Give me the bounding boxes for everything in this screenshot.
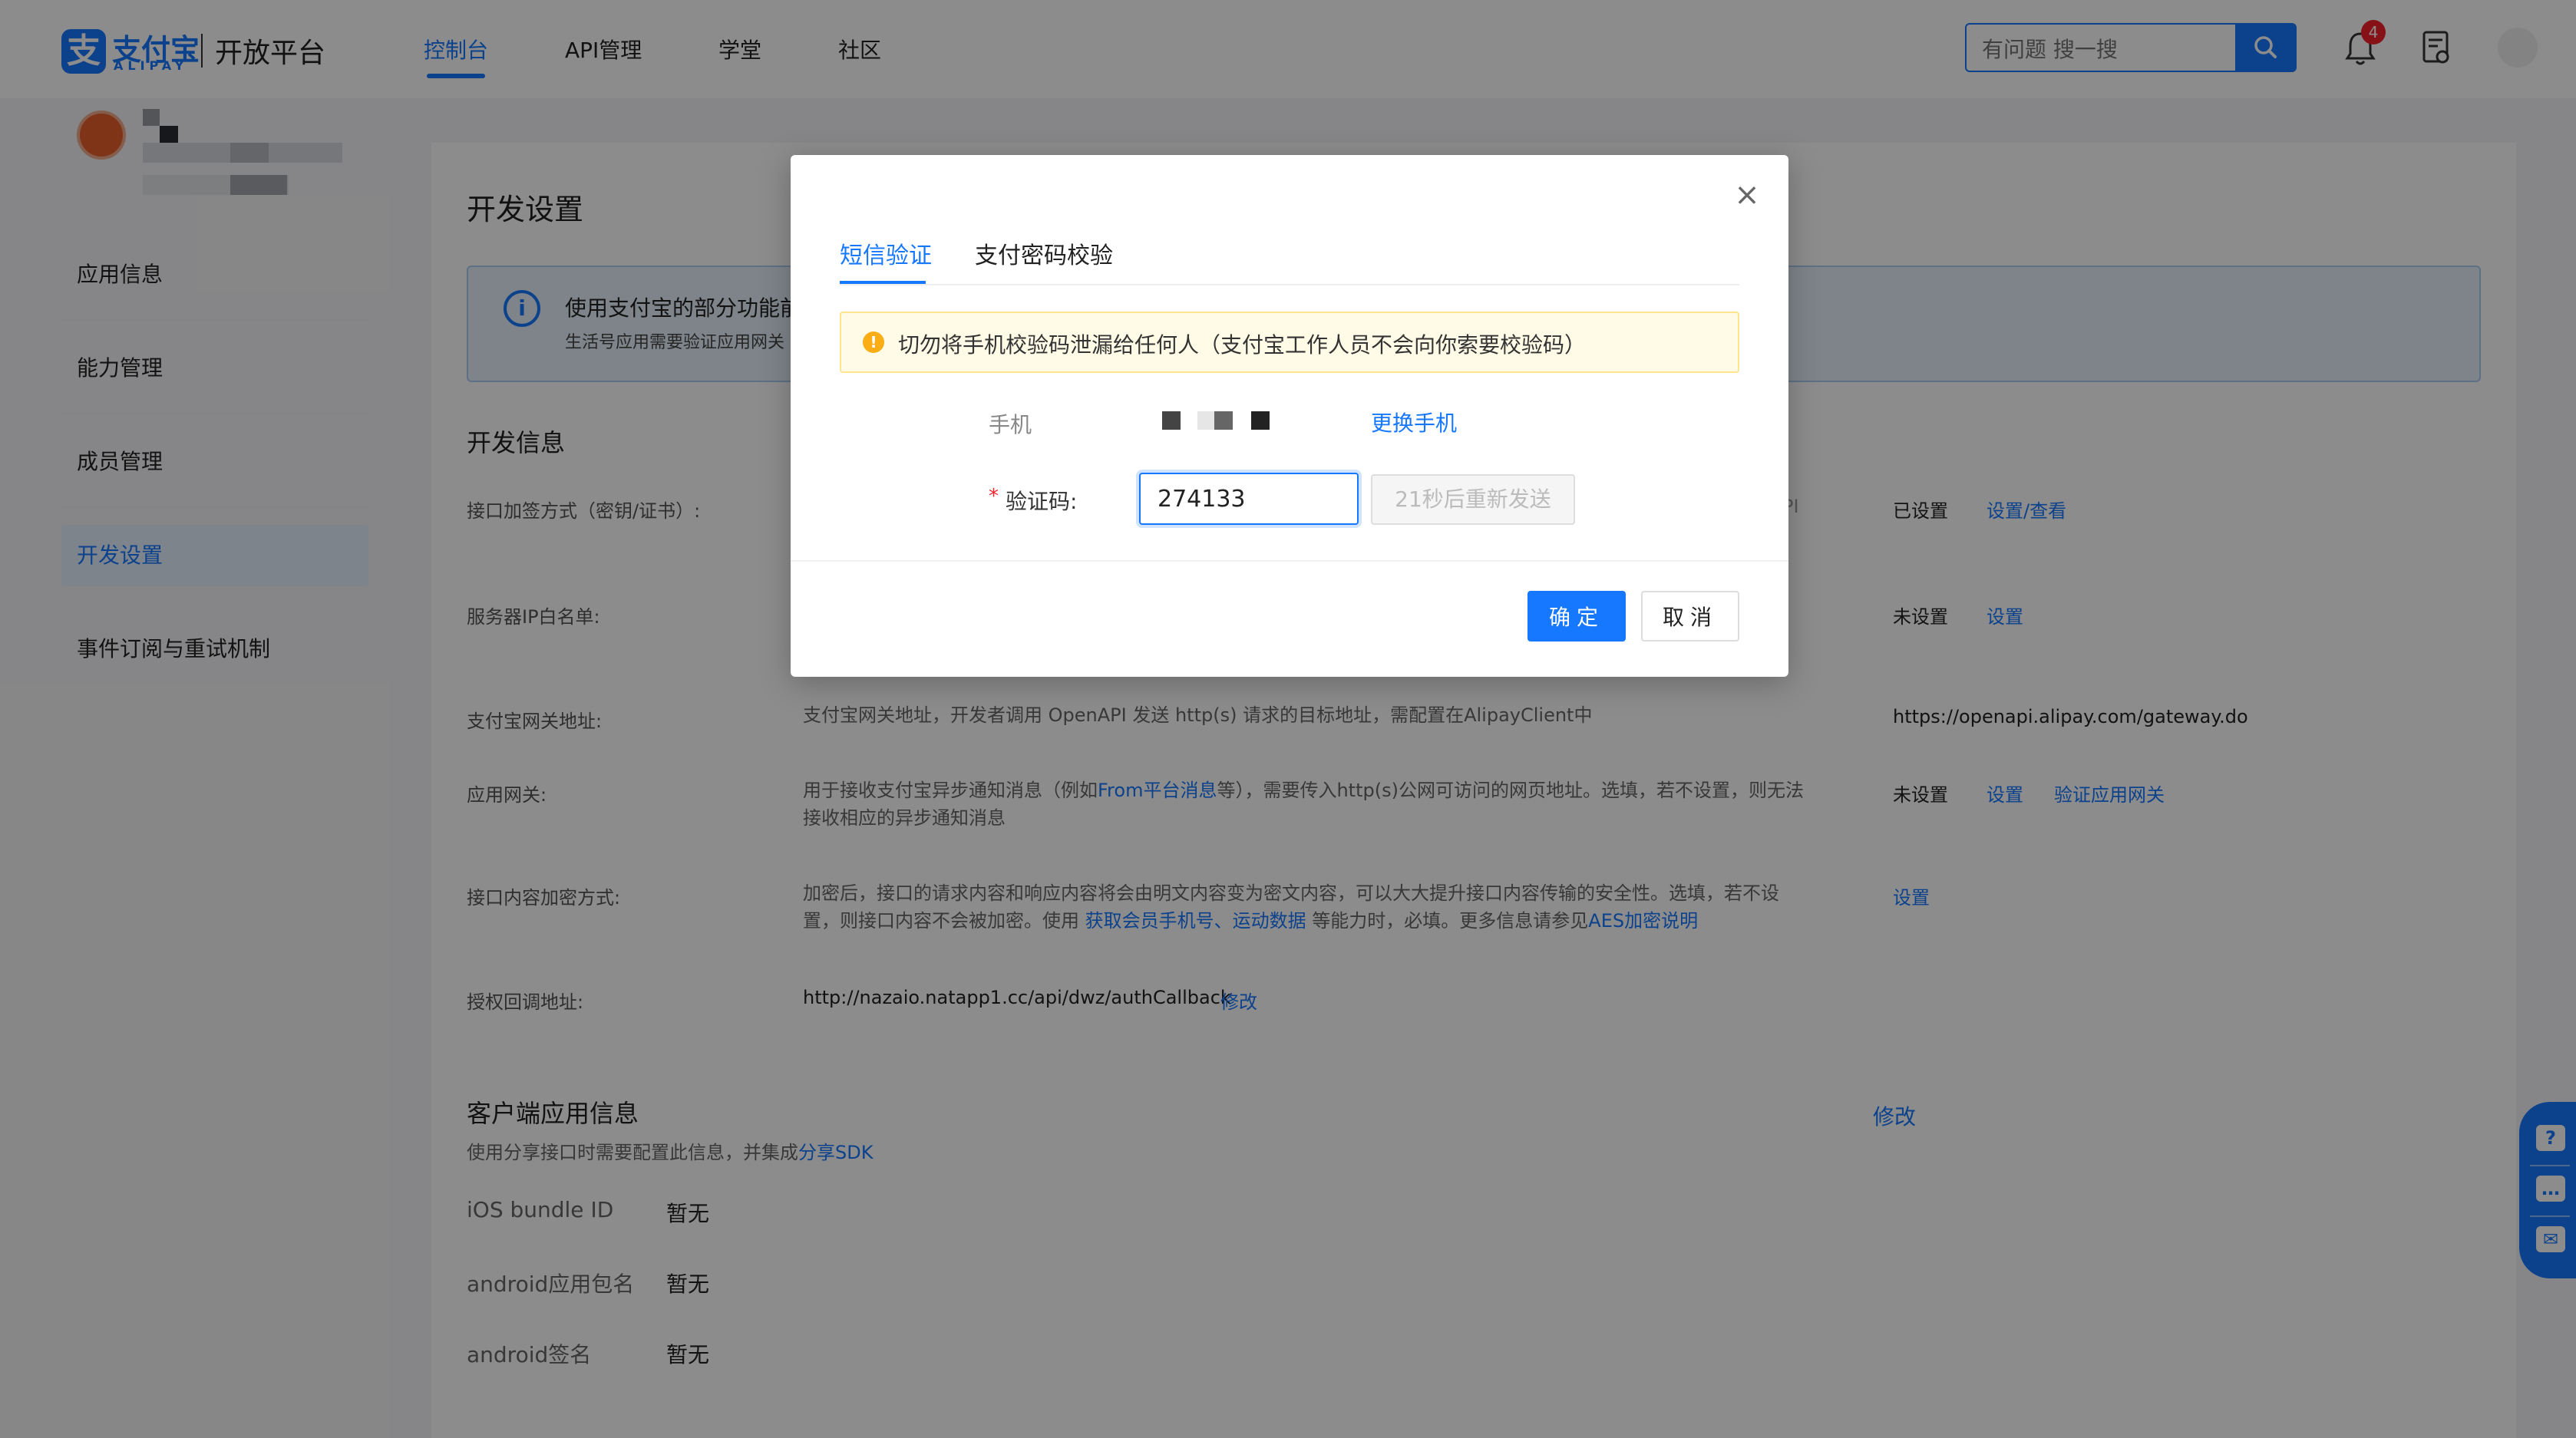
confirm-button[interactable]: 确定 [1527, 591, 1626, 641]
close-icon[interactable]: × [1733, 180, 1761, 210]
cancel-button[interactable]: 取消 [1641, 591, 1739, 641]
change-phone-link[interactable]: 更换手机 [1371, 407, 1457, 437]
tab-active-underline [840, 281, 926, 284]
tab-bar-line [840, 284, 1739, 285]
tab-payment-password[interactable]: 支付密码校验 [975, 236, 1113, 270]
verification-code-label: 验证码: [1006, 489, 1078, 514]
masked-phone [1197, 411, 1214, 430]
warning-icon: ! [863, 331, 884, 353]
masked-phone [1162, 411, 1181, 430]
warning-text: 切勿将手机校验码泄漏给任何人（支付宝工作人员不会向你索要校验码） [898, 332, 1587, 358]
verification-modal [791, 155, 1788, 677]
resend-code-button[interactable]: 21秒后重新发送 [1371, 474, 1575, 525]
masked-phone [1251, 411, 1270, 430]
phone-label: 手机 [989, 412, 1032, 437]
required-marker: * [989, 485, 999, 508]
modal-footer-divider [791, 560, 1788, 562]
tab-sms-verification[interactable]: 短信验证 [840, 236, 932, 270]
masked-phone [1214, 411, 1233, 430]
verification-code-input[interactable] [1139, 473, 1359, 525]
